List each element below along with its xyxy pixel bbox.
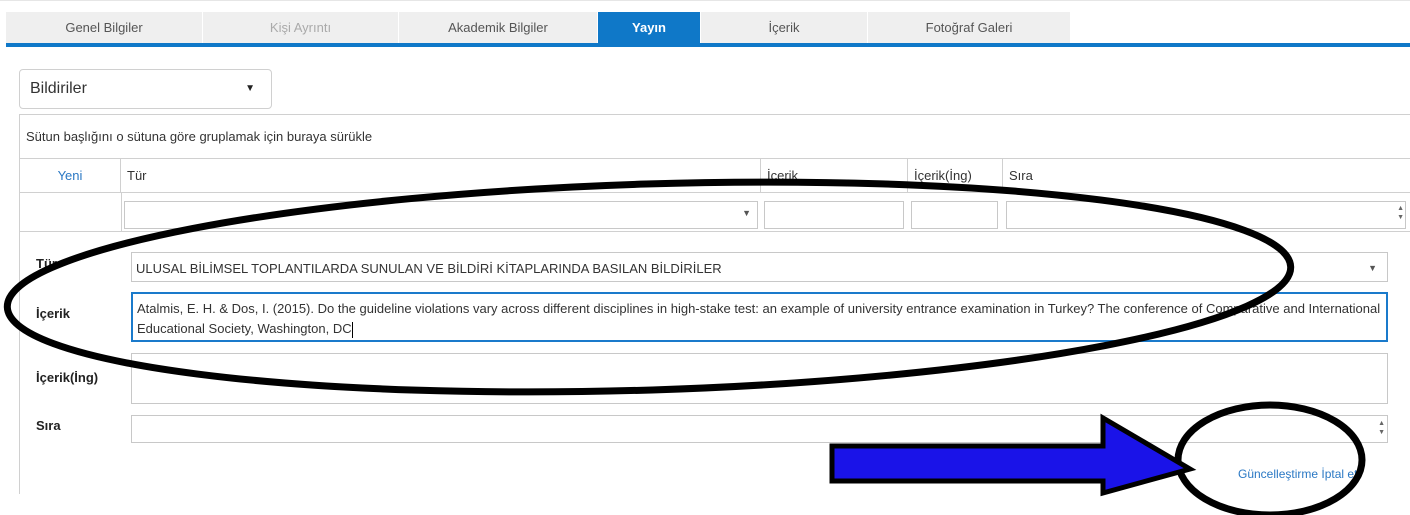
update-link[interactable]: Güncelleştirme bbox=[1238, 467, 1318, 481]
cancel-link[interactable]: İptal et bbox=[1321, 467, 1357, 481]
caret-down-icon: ▼ bbox=[245, 83, 255, 94]
new-record-link[interactable]: Yeni bbox=[20, 159, 121, 193]
top-border bbox=[0, 0, 1410, 7]
tur-select-value: ULUSAL BİLİMSEL TOPLANTILARDA SUNULAN VE… bbox=[136, 261, 722, 276]
label-tur: Tür bbox=[36, 256, 57, 271]
icerik-ing-text bbox=[132, 354, 1387, 360]
category-select-value: Bildiriler bbox=[30, 80, 87, 97]
label-sira: Sıra bbox=[36, 418, 61, 433]
tab-underline bbox=[6, 43, 1410, 47]
icerik-textarea[interactable]: Atalmis, E. H. & Dos, I. (2015). Do the … bbox=[131, 292, 1388, 342]
text-cursor bbox=[351, 321, 353, 338]
tab-kisi-ayrinti[interactable]: Kişi Ayrıntı bbox=[203, 12, 399, 43]
column-header-sira[interactable]: Sıra bbox=[1003, 159, 1410, 193]
spinner-icon[interactable]: ▲ ▼ bbox=[1378, 419, 1385, 437]
tab-fotograf-galeri[interactable]: Fotoğraf Galeri bbox=[868, 12, 1071, 43]
column-header-icerik[interactable]: İçerik bbox=[761, 159, 908, 193]
filter-tur-select[interactable]: ▼ bbox=[124, 201, 758, 229]
tab-bar: Genel Bilgiler Kişi Ayrıntı Akademik Bil… bbox=[6, 12, 1071, 43]
label-icerik-ing: İçerik(İng) bbox=[36, 370, 99, 385]
tab-icerik[interactable]: İçerik bbox=[701, 12, 868, 43]
icerik-ing-textarea[interactable] bbox=[131, 353, 1388, 404]
caret-down-icon: ▼ bbox=[1368, 263, 1377, 273]
label-icerik: İçerik bbox=[36, 306, 70, 321]
filter-icerik-input[interactable] bbox=[764, 201, 904, 229]
tab-genel-bilgiler[interactable]: Genel Bilgiler bbox=[6, 12, 203, 43]
filter-row: ▼ ▲ ▼ bbox=[20, 193, 1410, 232]
tur-select[interactable]: ULUSAL BİLİMSEL TOPLANTILARDA SUNULAN VE… bbox=[131, 252, 1388, 282]
column-header-tur[interactable]: Tür bbox=[121, 159, 761, 193]
edit-actions: Güncelleştirme İptal et bbox=[1238, 467, 1357, 481]
column-header-icerik-ing[interactable]: İçerik(İng) bbox=[908, 159, 1003, 193]
sira-value bbox=[132, 416, 1387, 422]
filter-sira-input[interactable]: ▲ ▼ bbox=[1006, 201, 1406, 229]
caret-down-icon: ▼ bbox=[742, 208, 751, 218]
category-select[interactable]: Bildiriler ▼ bbox=[19, 69, 272, 109]
sira-input[interactable]: ▲ ▼ bbox=[131, 415, 1388, 443]
icerik-text: Atalmis, E. H. & Dos, I. (2015). Do the … bbox=[137, 301, 1381, 336]
tab-akademik-bilgiler[interactable]: Akademik Bilgiler bbox=[399, 12, 598, 43]
filter-icerik-ing-input[interactable] bbox=[911, 201, 998, 229]
grouping-hint[interactable]: Sütun başlığını o sütuna göre gruplamak … bbox=[20, 115, 1410, 159]
spinner-icon[interactable]: ▲ ▼ bbox=[1397, 204, 1404, 222]
tab-yayin[interactable]: Yayın bbox=[598, 12, 701, 43]
